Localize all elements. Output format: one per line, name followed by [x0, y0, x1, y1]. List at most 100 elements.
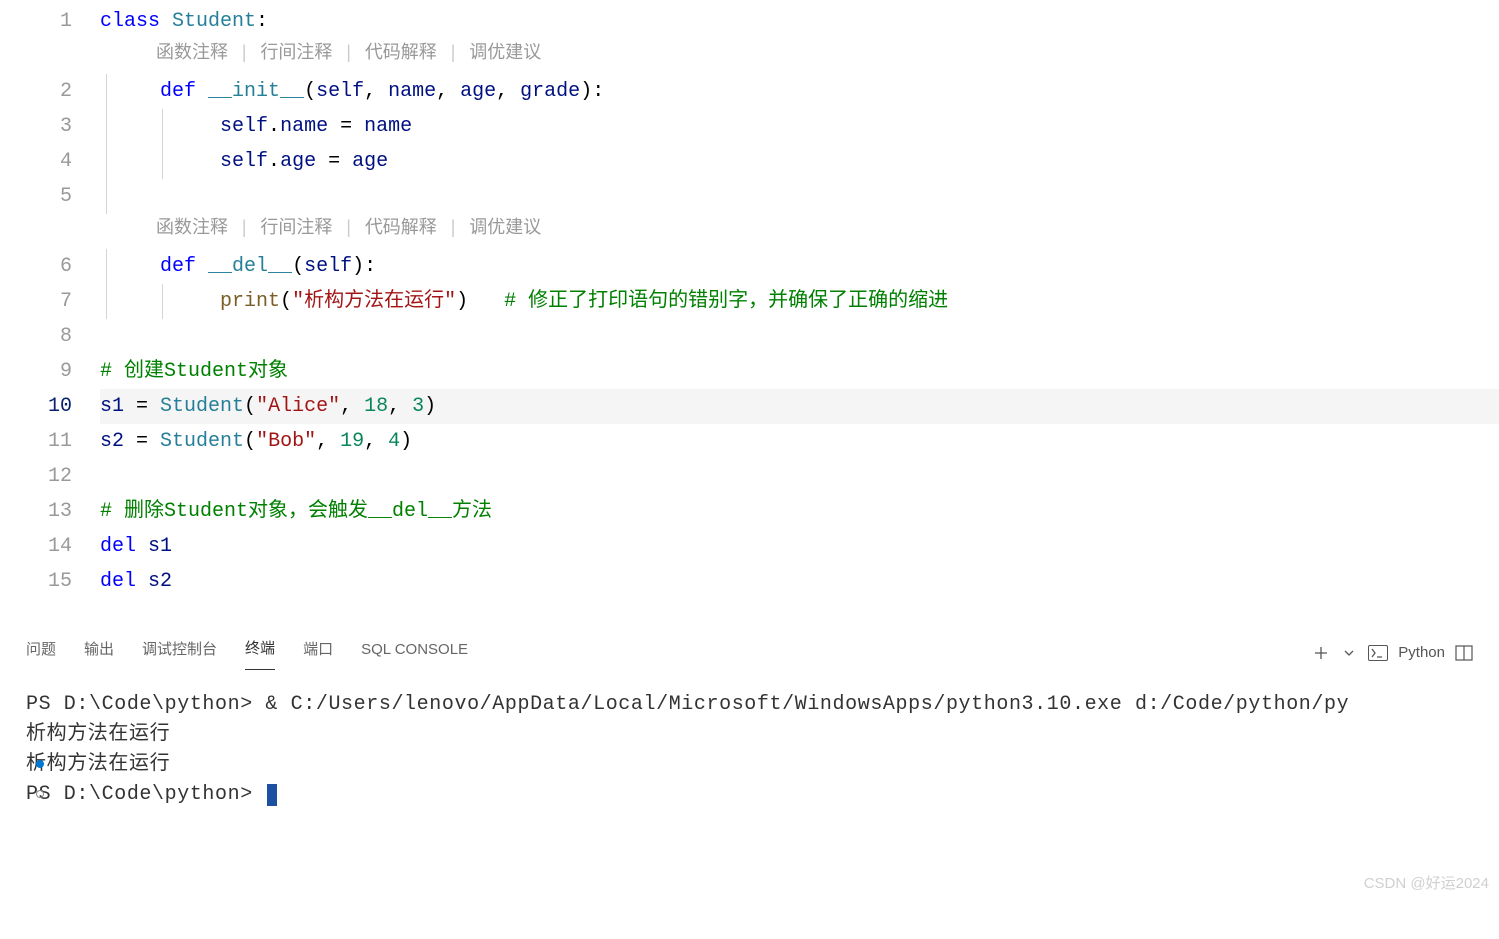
line-number: 15: [0, 564, 72, 599]
hint-item[interactable]: 代码解释: [332, 44, 436, 64]
code-content[interactable]: class Student: 函数注释行间注释代码解释调优建议 def __in…: [100, 4, 1499, 599]
keyword: def: [160, 255, 196, 278]
param: age: [460, 80, 496, 103]
variable: s1: [148, 535, 172, 558]
punct: (: [280, 290, 292, 313]
terminal-prompt: PS D:\Code\python>: [26, 783, 265, 806]
line-number: 12: [0, 459, 72, 494]
keyword: def: [160, 80, 196, 103]
whitespace: [136, 570, 148, 593]
function-name: __init__: [208, 80, 304, 103]
line-number: 2: [0, 74, 72, 109]
hint-item[interactable]: 行间注释: [228, 219, 332, 239]
code-line[interactable]: [100, 179, 1499, 214]
class-name: Student: [160, 430, 244, 453]
punct: .: [268, 150, 280, 173]
hint-item[interactable]: 函数注释: [156, 219, 228, 239]
attr: age: [280, 150, 316, 173]
code-line[interactable]: s2 = Student("Bob", 19, 4): [100, 424, 1499, 459]
hint-item[interactable]: 函数注释: [156, 44, 228, 64]
punct: .: [268, 115, 280, 138]
class-name: Student: [160, 395, 244, 418]
punct: :: [364, 255, 376, 278]
new-terminal-icon[interactable]: [1312, 644, 1330, 662]
string: "Alice": [256, 395, 340, 418]
variable: s1: [100, 395, 124, 418]
line-number: 3: [0, 109, 72, 144]
punct: :: [592, 80, 604, 103]
punct: ): [352, 255, 364, 278]
codelens-hints[interactable]: 函数注释行间注释代码解释调优建议: [100, 39, 1499, 74]
line-number: 14: [0, 529, 72, 564]
operator: =: [124, 430, 160, 453]
variable: age: [352, 150, 388, 173]
shell-label[interactable]: Python: [1398, 640, 1445, 666]
tab-debug-console[interactable]: 调试控制台: [142, 637, 217, 669]
function-name: __del__: [208, 255, 292, 278]
code-line[interactable]: # 创建Student对象: [100, 354, 1499, 389]
line-number: 4: [0, 144, 72, 179]
hint-item[interactable]: 行间注释: [228, 44, 332, 64]
terminal-cursor: [267, 784, 277, 806]
status-dot-icon: [36, 790, 44, 798]
code-line[interactable]: # 删除Student对象，会触发__del__方法: [100, 494, 1499, 529]
tab-output[interactable]: 输出: [84, 637, 114, 669]
string: "Bob": [256, 430, 316, 453]
line-number: 13: [0, 494, 72, 529]
punct: ): [580, 80, 592, 103]
split-terminal-icon[interactable]: [1455, 644, 1473, 662]
punct: ,: [388, 395, 412, 418]
panel-tabs: 问题 输出 调试控制台 终端 端口 SQL CONSOLE Python: [0, 630, 1499, 670]
string: "析构方法在运行": [292, 290, 456, 313]
terminal-line: PS D:\Code\python> & C:/Users/lenovo/App…: [26, 690, 1473, 720]
chevron-down-icon[interactable]: [1340, 644, 1358, 662]
tab-ports[interactable]: 端口: [303, 637, 333, 669]
code-editor[interactable]: 1 2 3 4 5 6 7 8 9 10 11 12 13 14 15 clas…: [0, 0, 1499, 599]
code-line[interactable]: def __del__(self):: [100, 249, 1499, 284]
code-line[interactable]: [100, 319, 1499, 354]
terminal-line: 析构方法在运行: [26, 720, 1473, 750]
variable: name: [364, 115, 412, 138]
punct: ): [424, 395, 436, 418]
code-line[interactable]: [100, 459, 1499, 494]
function-call: print: [220, 290, 280, 313]
self: self: [220, 115, 268, 138]
terminal-output[interactable]: PS D:\Code\python> & C:/Users/lenovo/App…: [0, 670, 1499, 810]
number: 19: [340, 430, 364, 453]
line-number-gutter: 1 2 3 4 5 6 7 8 9 10 11 12 13 14 15: [0, 4, 100, 599]
whitespace: [136, 535, 148, 558]
hint-item[interactable]: 代码解释: [332, 219, 436, 239]
terminal-prompt-line[interactable]: PS D:\Code\python>: [26, 780, 1473, 810]
code-line[interactable]: class Student:: [100, 4, 1499, 39]
punct: ,: [316, 430, 340, 453]
operator: =: [316, 150, 352, 173]
codelens-hints[interactable]: 函数注释行间注释代码解释调优建议: [100, 214, 1499, 249]
punct: ,: [436, 80, 460, 103]
code-line[interactable]: del s2: [100, 564, 1499, 599]
terminal-shell-icon[interactable]: [1368, 645, 1388, 661]
code-line[interactable]: print("析构方法在运行") # 修正了打印语句的错别字，并确保了正确的缩进: [100, 284, 1499, 319]
status-dot-icon: [36, 760, 44, 768]
tab-terminal[interactable]: 终端: [245, 636, 275, 669]
code-line[interactable]: def __init__(self, name, age, grade):: [100, 74, 1499, 109]
tab-sql-console[interactable]: SQL CONSOLE: [361, 637, 468, 669]
code-line[interactable]: del s1: [100, 529, 1499, 564]
param: grade: [520, 80, 580, 103]
hint-item[interactable]: 调优建议: [437, 219, 541, 239]
hint-item[interactable]: 调优建议: [437, 44, 541, 64]
line-number: 11: [0, 424, 72, 459]
param: self: [304, 255, 352, 278]
code-line[interactable]: self.age = age: [100, 144, 1499, 179]
variable: s2: [148, 570, 172, 593]
tab-problems[interactable]: 问题: [26, 637, 56, 669]
punct: ): [400, 430, 412, 453]
line-number: 6: [0, 249, 72, 284]
operator: =: [328, 115, 364, 138]
punct: (: [244, 430, 256, 453]
code-line[interactable]: self.name = name: [100, 109, 1499, 144]
attr: name: [280, 115, 328, 138]
keyword: class: [100, 10, 160, 33]
punct: :: [256, 10, 268, 33]
number: 4: [388, 430, 400, 453]
code-line-current[interactable]: s1 = Student("Alice", 18, 3): [100, 389, 1499, 424]
